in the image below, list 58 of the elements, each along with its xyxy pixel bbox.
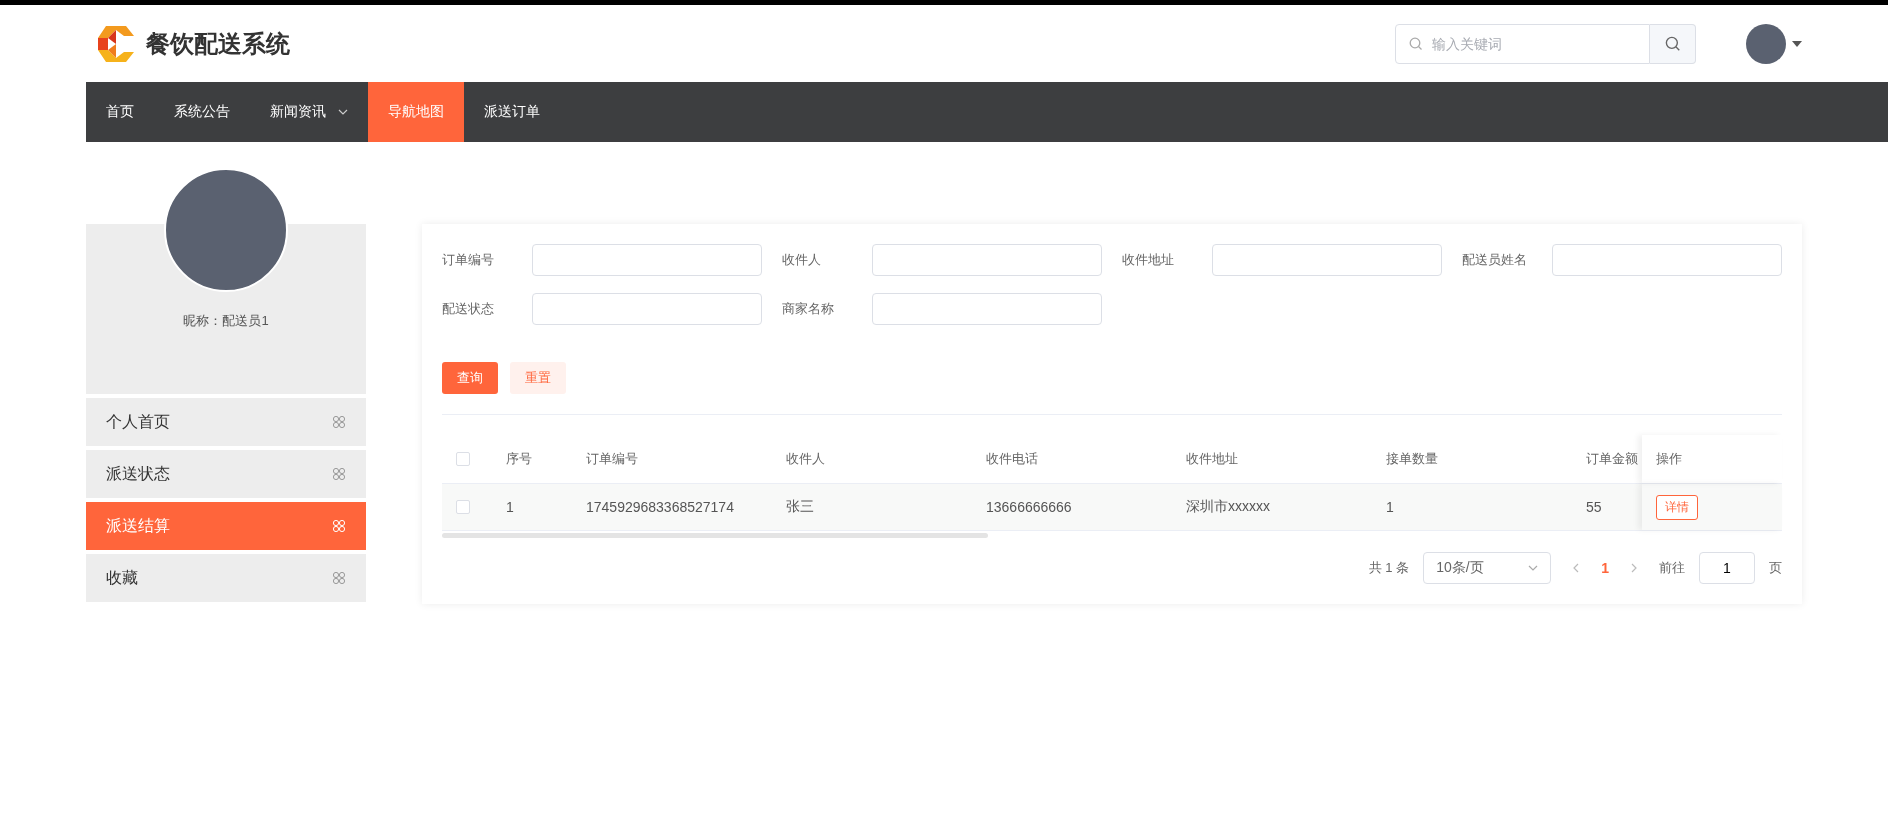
sidebar-item[interactable]: 派送状态 <box>86 450 366 498</box>
column-header: 订单金额 <box>1586 450 1638 468</box>
input-field[interactable] <box>532 244 762 276</box>
scrollbar[interactable] <box>442 533 988 538</box>
four-circles-icon <box>332 571 346 585</box>
four-circles-icon <box>332 519 346 533</box>
field-label: 收件人 <box>782 251 822 269</box>
field-label: 订单编号 <box>442 251 495 269</box>
column-header: 订单编号 <box>586 450 638 468</box>
checkbox[interactable] <box>456 500 470 514</box>
column-header: 收件电话 <box>986 450 1038 468</box>
nav-tab[interactable]: 首页 <box>86 82 154 142</box>
logo-icon <box>96 23 136 64</box>
column-header: 收件人 <box>786 450 825 468</box>
caret-icon[interactable] <box>1792 40 1802 47</box>
field-label: 收件地址 <box>1122 251 1175 269</box>
input-field[interactable] <box>872 293 1102 325</box>
table-cell: 13666666666 <box>986 499 1072 515</box>
nickname: 昵称：配送员1 <box>183 312 269 330</box>
column-header: 序号 <box>506 450 532 468</box>
table-cell: 1745929683368527174 <box>586 499 734 515</box>
previous-page-icon[interactable] <box>1573 563 1580 573</box>
search-field[interactable]: 输入关键词 <box>1395 23 1650 64</box>
input-field[interactable] <box>532 293 762 325</box>
four-circles-icon <box>332 467 346 481</box>
table-cell: 55 <box>1586 499 1602 515</box>
search-button[interactable] <box>1650 23 1696 64</box>
table-cell: 张三 <box>786 498 814 516</box>
page-unit: 页 <box>1769 559 1782 577</box>
total-count: 共 1 条 <box>1368 559 1410 577</box>
avatar[interactable] <box>1746 23 1786 64</box>
nav-tab[interactable]: 系统公告 <box>154 82 250 142</box>
field-label: 配送状态 <box>442 300 495 318</box>
four-circles-icon <box>332 415 346 429</box>
page-input[interactable]: 1 <box>1699 552 1755 584</box>
nav-tab[interactable]: 派送订单 <box>464 82 560 142</box>
page-size-select[interactable]: 10条/页 <box>1423 552 1552 584</box>
field-label: 商家名称 <box>782 300 835 318</box>
nav-tab[interactable]: 新闻资讯 <box>250 82 368 142</box>
input-field[interactable] <box>1212 244 1442 276</box>
table-cell: 1 <box>506 499 514 515</box>
table-cell: 深圳市xxxxxx <box>1186 498 1270 516</box>
column-header: 接单数量 <box>1386 450 1438 468</box>
sidebar-item[interactable]: 收藏 <box>86 554 366 602</box>
chevron-down-icon <box>1528 565 1539 571</box>
field-label: 配送员姓名 <box>1462 251 1528 269</box>
input-field[interactable] <box>1552 244 1782 276</box>
column-header: 操作 <box>1656 450 1682 468</box>
app-title: 餐饮配送系统 <box>146 28 290 59</box>
chevron-down-icon <box>338 109 348 115</box>
table-cell: 1 <box>1386 499 1394 515</box>
search-icon <box>1664 35 1681 52</box>
sidebar-item[interactable]: 个人首页 <box>86 398 366 446</box>
goto-label: 前往 <box>1659 559 1685 577</box>
next-page-icon[interactable] <box>1631 563 1637 573</box>
checkbox[interactable] <box>456 452 470 466</box>
input-field[interactable] <box>872 244 1102 276</box>
column-header: 收件地址 <box>1186 450 1238 468</box>
